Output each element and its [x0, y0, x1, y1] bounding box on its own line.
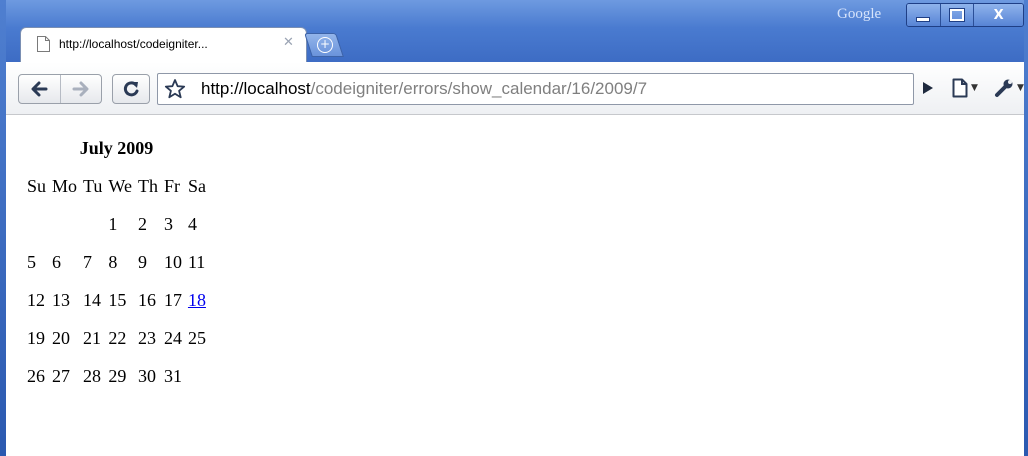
maximize-icon [949, 9, 964, 21]
day-cell: 6 [52, 251, 62, 272]
calendar-caption-row: July 2009 [25, 130, 208, 166]
calendar-caption: July 2009 [79, 137, 154, 158]
page-menu-button[interactable]: ▼ [952, 76, 986, 100]
star-icon[interactable] [164, 78, 186, 100]
calendar-table: July 2009 Su Mo Tu We Th Fr Sa 1 2 3 4 5… [23, 128, 210, 396]
day-cell: 26 [27, 365, 45, 386]
day-cell: 3 [163, 213, 173, 234]
address-bar[interactable]: http://localhost/codeigniter/errors/show… [157, 73, 914, 105]
day-cell: 1 [108, 213, 118, 234]
wrench-icon [995, 79, 1013, 97]
url-text[interactable]: http://localhost/codeigniter/errors/show… [201, 79, 647, 99]
day-cell: 28 [83, 365, 102, 386]
window-controls: X [906, 3, 1024, 27]
day-cell: 9 [137, 251, 147, 272]
tab-active[interactable]: http://localhost/codeigniter... ✕ [20, 27, 307, 62]
forward-arrow-icon [72, 81, 89, 97]
weekday-label: Fr [163, 175, 180, 196]
minimize-button[interactable] [907, 4, 941, 26]
weekday-label: Mo [52, 175, 78, 196]
close-window-button[interactable]: X [974, 4, 1023, 26]
minimize-icon [916, 16, 931, 22]
reload-icon [123, 81, 139, 97]
day-cell: 15 [108, 289, 127, 310]
week-row: 5 6 7 8 9 10 11 [25, 244, 208, 280]
weekday-label: Th [137, 175, 158, 196]
day-cell: 25 [187, 327, 206, 348]
page-icon [952, 78, 968, 98]
maximize-button[interactable] [940, 4, 975, 26]
page-content: July 2009 Su Mo Tu We Th Fr Sa 1 2 3 4 5… [6, 115, 1024, 456]
window-frame-right [1024, 0, 1028, 456]
day-cell: 31 [163, 365, 182, 386]
toolbar: http://localhost/codeigniter/errors/show… [6, 62, 1024, 115]
day-cell: 14 [83, 289, 102, 310]
brand-label: Google [837, 6, 882, 22]
nav-button-group [18, 74, 102, 104]
day-cell: 21 [83, 327, 102, 348]
day-cell: 11 [187, 251, 206, 272]
day-cell: 24 [163, 327, 182, 348]
day-cell-linked: 18 [186, 282, 208, 318]
day-cell: 27 [52, 365, 71, 386]
day-cell: 7 [83, 251, 93, 272]
wrench-menu-button[interactable]: ▼ [994, 76, 1028, 100]
go-icon [923, 82, 933, 94]
go-button[interactable] [918, 77, 938, 99]
day-cell: 2 [137, 213, 147, 234]
browser-window: Google X http://localhost/codeigniter...… [0, 0, 1028, 456]
day-cell: 17 [163, 289, 182, 310]
day-cell: 10 [163, 251, 182, 272]
back-arrow-icon [31, 81, 48, 97]
day-cell: 23 [137, 327, 156, 348]
new-tab-icon: + [317, 37, 333, 53]
week-row: 19 20 21 22 23 24 25 [25, 320, 208, 356]
day-cell: 13 [52, 289, 71, 310]
forward-button[interactable] [59, 75, 102, 103]
weekday-label: Sa [187, 175, 206, 196]
day-cell-empty [25, 206, 48, 242]
day-cell-empty [81, 206, 104, 242]
chevron-down-icon: ▼ [1017, 83, 1024, 93]
day-cell: 5 [27, 251, 36, 272]
close-icon: X [993, 7, 1004, 23]
week-row: 26 27 28 29 30 31 [25, 358, 208, 394]
day-cell: 20 [52, 327, 71, 348]
tab-title: http://localhost/codeigniter... [59, 37, 208, 51]
weekday-label: Su [27, 175, 47, 196]
url-path: /codeigniter/errors/show_calendar/16/200… [310, 79, 648, 98]
day-cell: 12 [27, 289, 45, 310]
weekday-label: We [108, 175, 132, 196]
week-row: 1 2 3 4 [25, 206, 208, 242]
reload-button[interactable] [112, 74, 150, 104]
day-cell: 16 [137, 289, 156, 310]
day-cell: 4 [187, 213, 197, 234]
weekday-row: Su Mo Tu We Th Fr Sa [25, 168, 208, 204]
tab-close-icon[interactable]: ✕ [283, 35, 294, 50]
weekday-label: Tu [83, 175, 103, 196]
back-button[interactable] [19, 75, 60, 103]
url-host: http://localhost [201, 79, 311, 98]
chevron-down-icon: ▼ [971, 83, 978, 93]
day-cell-empty [186, 358, 208, 394]
day-cell: 19 [27, 327, 45, 348]
day-cell: 30 [137, 365, 156, 386]
day-cell: 8 [108, 251, 118, 272]
page-favicon-icon [37, 36, 50, 52]
day-cell: 29 [108, 365, 127, 386]
week-row: 12 13 14 15 16 17 18 [25, 282, 208, 318]
day-cell-empty [50, 206, 79, 242]
day-cell: 22 [108, 327, 127, 348]
day-link[interactable]: 18 [188, 290, 206, 310]
